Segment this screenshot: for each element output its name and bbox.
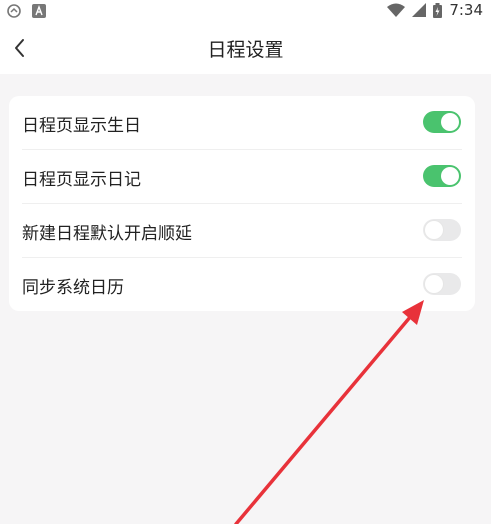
- status-bar: 7:34: [0, 0, 491, 22]
- toggle-sync-calendar[interactable]: [423, 273, 461, 295]
- setting-row-sync-calendar[interactable]: 同步系统日历: [9, 258, 475, 312]
- toggle-knob: [441, 113, 459, 131]
- setting-label: 日程页显示日记: [22, 170, 141, 190]
- setting-row-show-diary[interactable]: 日程页显示日记: [9, 150, 475, 204]
- status-left-icons: [6, 3, 46, 19]
- toggle-default-postpone[interactable]: [423, 219, 461, 241]
- header: 日程设置: [0, 22, 491, 74]
- setting-label: 日程页显示生日: [22, 116, 141, 136]
- app-notification-icon: [7, 4, 21, 18]
- battery-icon: [433, 2, 443, 18]
- signal-icon: [412, 3, 427, 17]
- status-time: 7:34: [449, 1, 483, 19]
- setting-label: 新建日程默认开启顺延: [22, 224, 192, 244]
- setting-row-show-birthday[interactable]: 日程页显示生日: [9, 96, 475, 150]
- toggle-knob: [425, 221, 443, 239]
- settings-card: 日程页显示生日 日程页显示日记 新建日程默认开启顺延 同步系统日历: [9, 96, 475, 311]
- toggle-show-diary[interactable]: [423, 165, 461, 187]
- toggle-knob: [441, 167, 459, 185]
- toggle-knob: [425, 275, 443, 293]
- setting-label: 同步系统日历: [22, 278, 124, 298]
- setting-row-default-postpone[interactable]: 新建日程默认开启顺延: [9, 204, 475, 258]
- status-right: 7:34: [387, 1, 483, 19]
- page-title: 日程设置: [207, 39, 284, 61]
- wifi-icon: [387, 3, 406, 17]
- a-badge-icon: [32, 4, 46, 18]
- toggle-show-birthday[interactable]: [423, 111, 461, 133]
